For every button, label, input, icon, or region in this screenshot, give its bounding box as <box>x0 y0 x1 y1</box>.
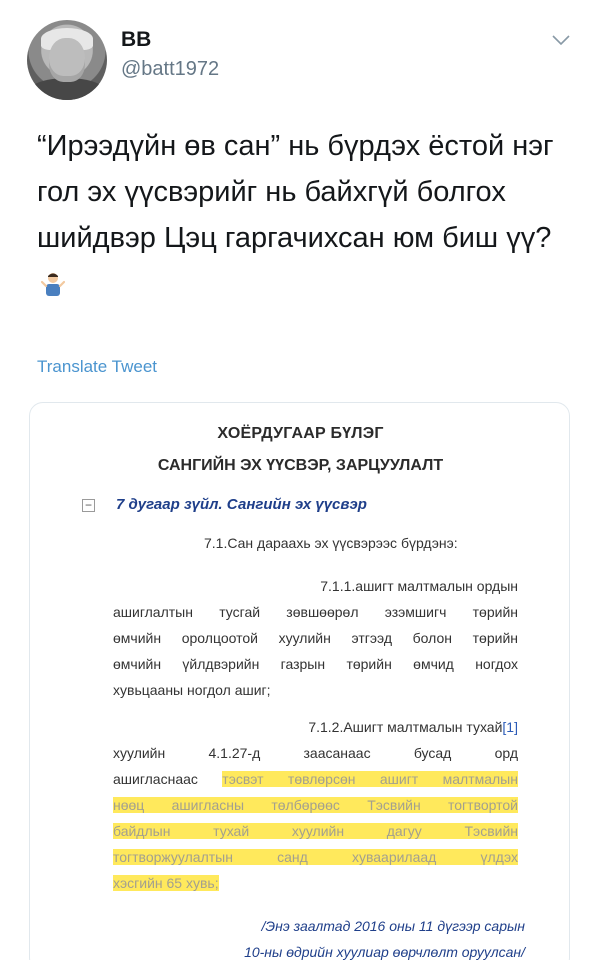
avatar[interactable] <box>27 20 107 100</box>
translate-tweet-link[interactable]: Translate Tweet <box>37 357 157 377</box>
clause-7-1-1-line: ашиглалтын тусгай зөвшөөрөл эзэмшигч төр… <box>113 604 518 620</box>
clause-7-1-1: 7.1.1.ашигт малтмалын ордын ашиглалтын т… <box>113 573 518 703</box>
footnote-ref-link[interactable]: [1] <box>502 719 518 735</box>
attached-image-card[interactable]: ХОЁРДУГААР БҮЛЭГ САНГИЙН ЭХ ҮҮСВЭР, ЗАРЦ… <box>29 402 570 960</box>
clause-7-1-1-line: өмчийн үйлдвэрийн газрын төрийн өмчид но… <box>113 656 518 672</box>
chapter-subheading: САНГИЙН ЭХ ҮҮСВЭР, ЗАРЦУУЛАЛТ <box>157 457 444 474</box>
collapse-toggle[interactable]: − <box>82 499 95 512</box>
clause-7-1-1-line: 7.1.1.ашигт малтмалын ордын <box>320 578 518 594</box>
clause-7-1-2-line: хуулийн 4.1.27-д заасанаас бусад орд <box>113 745 518 761</box>
clause-7-1-2-line: нөөц ашигласны төлбөрөөс Тэсвийн тогтвор… <box>113 792 518 818</box>
clause-7-1-2-line: ашигласнаас тэсвэт төвлөрсөн ашигт малтм… <box>113 766 518 792</box>
clause-7-1-2-line-text: 7.1.2.Ашигт малтмалын тухай <box>308 719 503 735</box>
amendment-note: /Энэ заалтад 2016 оны 11 дүгээр сарын 10… <box>115 913 525 960</box>
author-name[interactable]: BB <box>121 28 151 52</box>
clause-7-1-1-line: өмчийн оролцоотой хуулийн этгээд болон т… <box>113 630 518 646</box>
highlighted-text: нөөц ашигласны төлбөрөөс Тэсвийн тогтвор… <box>113 797 518 813</box>
avatar-face <box>49 38 85 82</box>
article-title: 7 дугаар зүйл. Сангийн эх үүсвэр <box>116 496 367 513</box>
clause-7-1: 7.1.Сан дараахь эх үүсвэрээс бүрдэнэ: <box>204 535 458 551</box>
clause-7-1-2-line: тогтворжуулалтын санд хуваарилаад үлдэх <box>113 844 518 870</box>
clause-7-1-2-line: 7.1.2.Ашигт малтмалын тухай[1] <box>113 714 518 740</box>
chapter-heading: ХОЁРДУГААР БҮЛЭГ <box>217 425 384 442</box>
tweet-text-body: “Ирээдүйн өв сан” нь бүрдэх ёстой нэг го… <box>37 130 554 254</box>
amendment-note-line: 10-ны өдрийн хуулиар өөрчлөлт оруулсан/ <box>244 944 525 960</box>
clause-7-1-1-line: хувьцааны ногдол ашиг; <box>113 682 271 698</box>
tweet-text: “Ирээдүйн өв сан” нь бүрдэх ёстой нэг го… <box>37 123 567 307</box>
tweet-header: BB @batt1972 <box>0 0 598 100</box>
highlighted-text: тогтворжуулалтын санд хуваарилаад үлдэх <box>113 849 518 865</box>
clause-7-1-2: 7.1.2.Ашигт малтмалын тухай[1] хуулийн 4… <box>113 714 518 896</box>
highlighted-text: байдлын тухай хуулийн дагуу Тэсвийн <box>113 823 518 839</box>
law-document: ХОЁРДУГААР БҮЛЭГ САНГИЙН ЭХ ҮҮСВЭР, ЗАРЦ… <box>30 403 569 960</box>
clause-7-1-2-line: байдлын тухай хуулийн дагуу Тэсвийн <box>113 818 518 844</box>
chevron-down-icon[interactable] <box>551 33 571 47</box>
person-shrugging-icon <box>41 273 65 296</box>
clause-7-1-2-plain: ашигласнаас <box>113 771 223 787</box>
clause-7-1-2-line: хэсгийн 65 хувь; <box>113 870 518 896</box>
amendment-note-line: /Энэ заалтад 2016 оны 11 дүгээр сарын <box>261 918 525 934</box>
highlighted-text: тэсвэт төвлөрсөн ашигт малтмалын <box>222 771 518 787</box>
author-handle[interactable]: @batt1972 <box>121 58 219 81</box>
highlighted-text: хэсгийн 65 хувь; <box>113 875 219 891</box>
